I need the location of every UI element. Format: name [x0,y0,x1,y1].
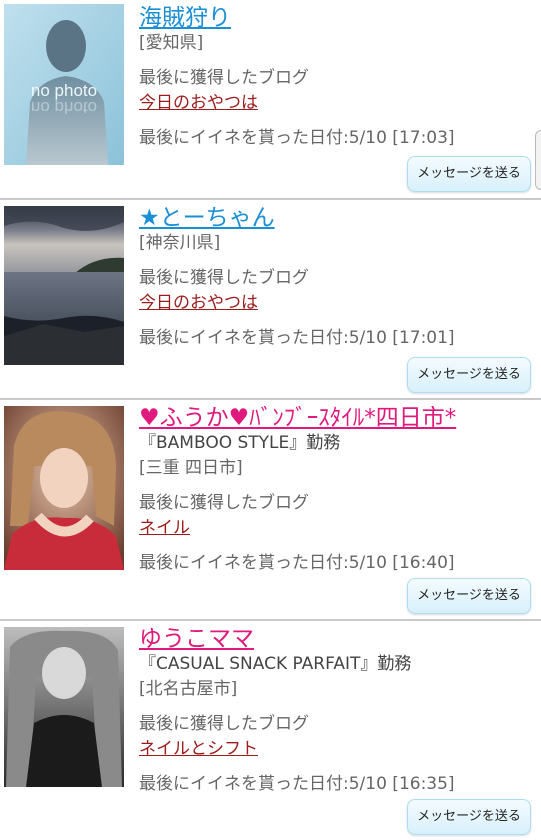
liked-date: 最後にイイネを貰った日付:5/10 [17:01] [139,328,455,348]
user-info: ★とーちゃん [神奈川県] 最後に獲得したブログ 今日のおやつは 最後にイイネを… [139,206,533,351]
user-area: [三重 四日市] [139,458,243,478]
blog-title-link[interactable]: 今日のおやつは [139,91,533,116]
send-message-button[interactable]: メッセージを送る [407,156,531,192]
last-blog-label: 最後に獲得したブログ [139,714,309,734]
last-blog-label: 最後に獲得したブログ [139,68,309,88]
liked-date: 最後にイイネを貰った日付:5/10 [17:03] [139,128,455,148]
user-name-link[interactable]: ゆうこママ [139,627,533,652]
no-photo-text: no photo [31,81,97,100]
user-list: no photo no photo 海賊狩り [愛知県] 最後に獲得したブログ … [0,0,541,840]
user-card: ♥ふうか♥ﾊﾞﾝﾌﾞｰｽﾀｲﾙ*四日市* 『BAMBOO STYLE』勤務 [三… [0,400,541,621]
profile-photo[interactable] [4,627,124,787]
user-card: no photo no photo 海賊狩り [愛知県] 最後に獲得したブログ … [0,0,541,200]
user-name-link[interactable]: 海賊狩り [139,6,533,31]
no-photo-reflection-text: no photo [31,98,97,117]
last-blog-label: 最後に獲得したブログ [139,268,309,288]
user-name-link[interactable]: ♥ふうか♥ﾊﾞﾝﾌﾞｰｽﾀｲﾙ*四日市* [139,406,533,431]
user-info: ゆうこママ 『CASUAL SNACK PARFAIT』勤務 [北名古屋市] 最… [139,627,533,797]
send-message-button[interactable]: メッセージを送る [407,357,531,393]
liked-date: 最後にイイネを貰った日付:5/10 [16:40] [139,553,455,573]
user-workplace: 『BAMBOO STYLE』勤務 [139,433,341,453]
user-card: ゆうこママ 『CASUAL SNACK PARFAIT』勤務 [北名古屋市] 最… [0,621,541,840]
side-scroll-handle[interactable] [535,130,541,190]
user-area: [北名古屋市] [139,679,238,699]
profile-photo[interactable] [4,406,124,570]
user-info: ♥ふうか♥ﾊﾞﾝﾌﾞｰｽﾀｲﾙ*四日市* 『BAMBOO STYLE』勤務 [三… [139,406,533,576]
user-name-link[interactable]: ★とーちゃん [139,206,533,231]
blog-title-link[interactable]: ネイルとシフト [139,737,533,762]
blog-title-link[interactable]: 今日のおやつは [139,291,533,316]
portrait-photo-icon [4,627,124,787]
last-blog-label: 最後に獲得したブログ [139,493,309,513]
portrait-photo-icon [4,406,124,570]
user-info: 海賊狩り [愛知県] 最後に獲得したブログ 今日のおやつは 最後にイイネを貰った… [139,6,533,151]
user-card: ★とーちゃん [神奈川県] 最後に獲得したブログ 今日のおやつは 最後にイイネを… [0,200,541,400]
send-message-button[interactable]: メッセージを送る [407,578,531,614]
send-message-button[interactable]: メッセージを送る [407,799,531,835]
blog-title-link[interactable]: ネイル [139,516,533,541]
user-area: [神奈川県] [139,233,221,253]
user-area: [愛知県] [139,33,204,53]
user-workplace: 『CASUAL SNACK PARFAIT』勤務 [139,654,412,674]
liked-date: 最後にイイネを貰った日付:5/10 [16:35] [139,774,455,794]
seascape-photo-icon [4,206,124,365]
profile-photo[interactable]: no photo no photo [4,4,124,165]
no-photo-placeholder-icon: no photo no photo [4,4,124,165]
profile-photo[interactable] [4,206,124,365]
